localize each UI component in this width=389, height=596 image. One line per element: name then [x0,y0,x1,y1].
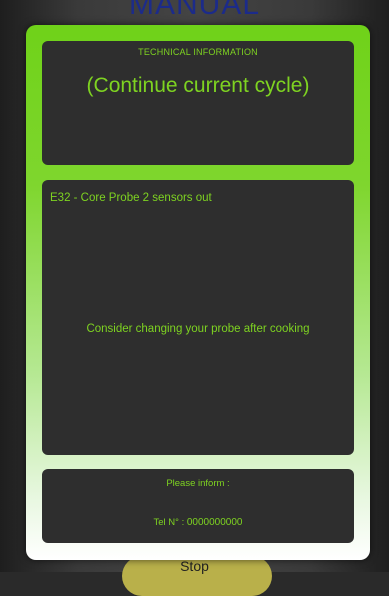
technical-information-title: TECHNICAL INFORMATION [138,47,258,57]
technical-info-modal: TECHNICAL INFORMATION (Continue current … [26,25,370,560]
please-inform-label: Please inform : [166,478,230,489]
tel-label: Tel N° : [153,517,185,528]
contact-panel: Please inform : Tel N° : 0000000000 [42,469,354,543]
advice-text: Consider changing your probe after cooki… [86,323,310,335]
telephone-row: Tel N° : 0000000000 [42,517,354,528]
error-code-text: E32 - Core Probe 2 sensors out [50,192,212,204]
cycle-status-panel: TECHNICAL INFORMATION (Continue current … [42,41,354,165]
tel-number: 0000000000 [186,517,243,528]
background-title: MANUAL [128,0,261,21]
continue-cycle-button[interactable]: (Continue current cycle) [42,74,354,98]
error-details-panel: E32 - Core Probe 2 sensors out Consider … [42,180,354,455]
